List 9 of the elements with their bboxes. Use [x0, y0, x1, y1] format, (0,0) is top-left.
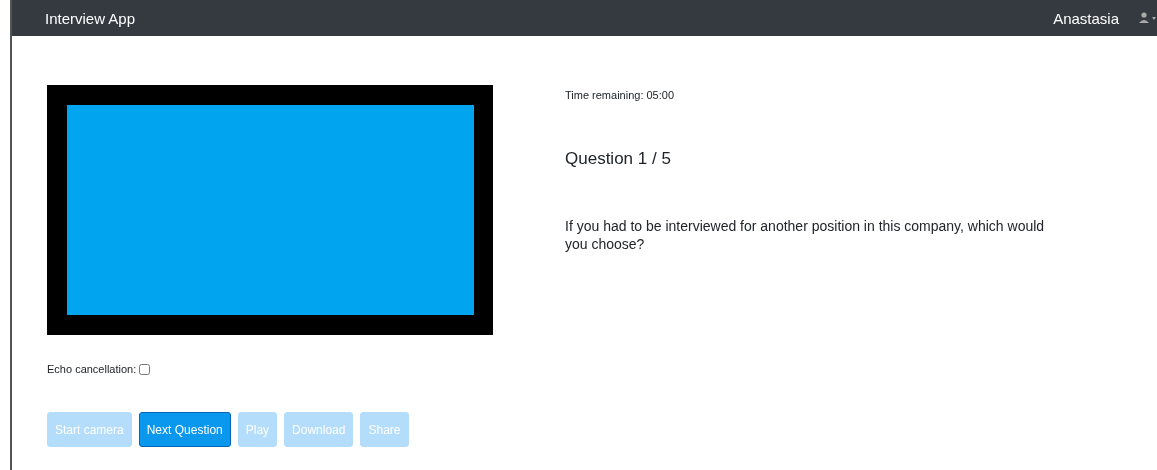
action-button[interactable]: Next Question [138, 412, 231, 447]
question-text: If you had to be interviewed for another position in this company, which would you choose? [565, 217, 1046, 253]
question-title: Question 1 / 5 [565, 149, 672, 169]
user-name[interactable]: Anastasia [1053, 9, 1119, 27]
app-brand[interactable]: Interview App [45, 9, 136, 27]
echo-cancellation-label: Echo cancellation: [47, 363, 137, 375]
echo-cancellation-checkbox[interactable] [139, 363, 151, 375]
time-remaining: Time remaining: 05:00 [565, 89, 676, 101]
user-menu-icon[interactable] [1139, 12, 1157, 24]
